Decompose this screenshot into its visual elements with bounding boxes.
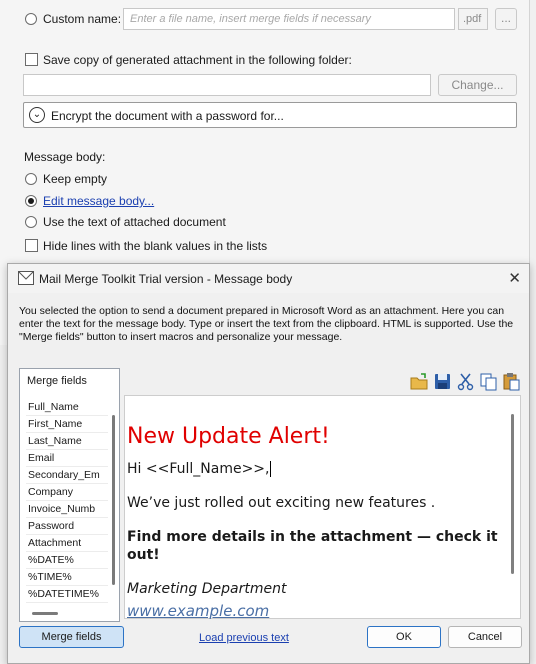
list-horizontal-scroll-thumb[interactable] (32, 612, 58, 615)
merge-field-item[interactable]: First_Name (26, 416, 108, 433)
greeting-text: Hi <<Full_Name>>, (127, 461, 270, 477)
editor-content[interactable]: New Update Alert! Hi <<Full_Name>>, We’v… (127, 424, 502, 620)
editor-scroll-thumb[interactable] (511, 414, 514, 574)
edit-body-link[interactable]: Edit message body... (43, 194, 154, 208)
ok-button[interactable]: OK (367, 626, 441, 648)
merge-fields-header: Merge fields (27, 375, 87, 387)
message-body-dialog: Mail Merge Toolkit Trial version - Messa… (7, 263, 530, 664)
close-icon[interactable]: ✕ (508, 269, 521, 287)
message-body-editor[interactable]: New Update Alert! Hi <<Full_Name>>, We’v… (124, 395, 521, 620)
hide-lines-label: Hide lines with the blank values in the … (43, 239, 268, 253)
extension-field: .pdf (458, 8, 488, 30)
chevron-down-icon: ⌄ (29, 107, 45, 123)
merge-field-item[interactable]: Password (26, 518, 108, 535)
merge-field-item[interactable]: Email (26, 450, 108, 467)
message-body-heading: Message body: (24, 150, 106, 164)
encrypt-label: Encrypt the document with a password for… (51, 109, 284, 123)
text-cursor (270, 461, 272, 477)
merge-fields-button[interactable]: Merge fields (19, 626, 124, 648)
title-bar: Mail Merge Toolkit Trial version - Messa… (8, 264, 529, 293)
editor-line-attachment: Find more details in the attachment — ch… (127, 529, 498, 563)
use-text-label: Use the text of attached document (43, 215, 226, 229)
keep-empty-radio[interactable] (25, 173, 37, 185)
cancel-button[interactable]: Cancel (448, 626, 522, 648)
merge-field-item[interactable]: %DATETIME% (26, 586, 108, 603)
load-previous-link[interactable]: Load previous text (199, 632, 289, 644)
edit-body-radio[interactable] (25, 195, 37, 207)
extension-label: .pdf (463, 13, 482, 25)
merge-field-item[interactable]: Invoice_Numb (26, 501, 108, 518)
list-scroll-thumb[interactable] (112, 415, 115, 585)
editor-greeting: Hi <<Full_Name>>, (127, 460, 502, 478)
dialog-title: Mail Merge Toolkit Trial version - Messa… (39, 272, 293, 286)
editor-line-features: We’ve just rolled out exciting new featu… (127, 495, 436, 511)
paste-icon[interactable] (502, 372, 521, 391)
merge-field-item[interactable]: Full_Name (26, 399, 108, 416)
custom-name-placeholder: Enter a file name, insert merge fields i… (130, 13, 371, 25)
editor-toolbar (410, 372, 521, 392)
dialog-description: You selected the option to send a docume… (19, 305, 514, 343)
folder-path-input[interactable] (23, 74, 431, 96)
merge-field-item[interactable]: %TIME% (26, 569, 108, 586)
open-folder-icon[interactable] (410, 372, 429, 391)
copy-icon[interactable] (479, 372, 498, 391)
save-copy-label: Save copy of generated attachment in the… (43, 53, 352, 67)
cut-icon[interactable] (456, 372, 475, 391)
hide-lines-checkbox[interactable] (25, 239, 38, 252)
browse-button[interactable]: ... (495, 8, 517, 30)
merge-field-item[interactable]: Company (26, 484, 108, 501)
list-vertical-scrollbar[interactable] (109, 395, 119, 595)
merge-field-item[interactable]: Last_Name (26, 433, 108, 450)
keep-empty-label: Keep empty (43, 172, 108, 186)
merge-fields-list[interactable]: Merge fields Full_Name First_Name Last_Nam… (19, 368, 120, 622)
custom-name-input[interactable]: Enter a file name, insert merge fields i… (123, 8, 455, 30)
merge-field-item[interactable]: Secondary_Em (26, 467, 108, 484)
editor-signature: Marketing Department (127, 581, 287, 597)
save-icon[interactable] (433, 372, 452, 391)
use-text-radio[interactable] (25, 216, 37, 228)
merge-field-item[interactable]: %DATE% (26, 552, 108, 569)
editor-heading: New Update Alert! (127, 424, 330, 449)
merge-fields-items: Full_Name First_Name Last_Name Email Seconda… (26, 399, 108, 603)
custom-name-radio[interactable] (25, 13, 37, 25)
editor-link[interactable]: www.example.com (127, 602, 502, 620)
save-copy-checkbox[interactable] (25, 53, 38, 66)
encrypt-expander[interactable]: ⌄ Encrypt the document with a password f… (23, 102, 517, 128)
custom-name-label: Custom name: (43, 12, 122, 26)
merge-field-item[interactable]: Attachment (26, 535, 108, 552)
change-folder-button[interactable]: Change... (438, 74, 517, 96)
envelope-icon (18, 271, 34, 285)
